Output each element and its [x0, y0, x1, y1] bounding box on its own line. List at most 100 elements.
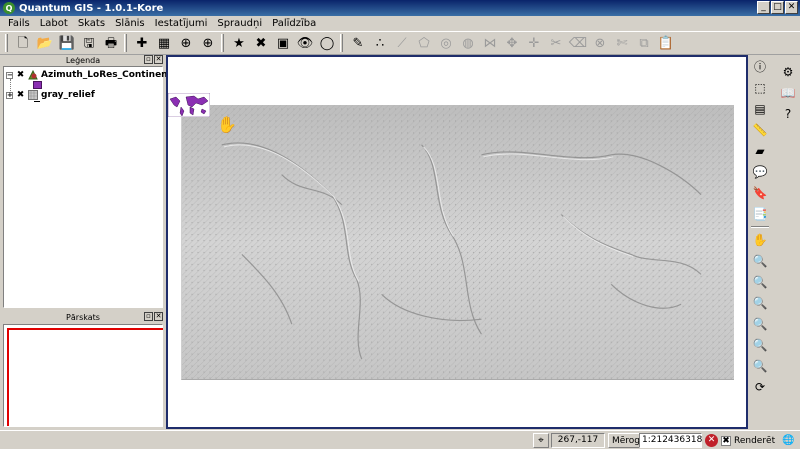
overview-close-button[interactable]: ✕ [154, 312, 163, 321]
zoom-to-selection-icon[interactable]: 🔍 [751, 315, 769, 333]
maximize-button[interactable]: □ [771, 1, 784, 14]
coordinate-toggle-icon[interactable]: ⌖ [533, 433, 549, 448]
paste-features-icon[interactable]: 📋 [656, 33, 676, 53]
split-feature-icon[interactable]: ✂ [546, 33, 566, 53]
zoom-to-layer-icon[interactable]: 🔍 [751, 336, 769, 354]
capture-polygon-icon[interactable]: ⬠ [414, 33, 434, 53]
map-canvas[interactable]: ✋ [166, 55, 748, 429]
open-project-icon[interactable]: 📂 [35, 33, 55, 53]
toolbar-grip[interactable] [124, 34, 127, 52]
add-ring-icon[interactable]: ◎ [436, 33, 456, 53]
add-wms-layer-icon[interactable]: ⊕ [198, 33, 218, 53]
overview-icon[interactable]: ▣ [273, 33, 293, 53]
vector-layer-icon [28, 70, 38, 80]
capture-line-icon[interactable]: ⟋ [392, 33, 412, 53]
toolbar-grip[interactable] [5, 34, 8, 52]
menu-plugins[interactable]: Spraudņi [212, 18, 267, 29]
show-bookmarks-icon[interactable]: 📑 [751, 205, 769, 223]
toggle-editing-icon[interactable]: ✎ [348, 33, 368, 53]
zoom-out-icon[interactable]: 🔍 [751, 273, 769, 291]
close-button[interactable]: ✕ [785, 1, 798, 14]
add-island-icon[interactable]: ◍ [458, 33, 478, 53]
layer-visibility-checkbox[interactable]: ✖ [16, 90, 25, 100]
move-vertex-icon[interactable]: ⋈ [480, 33, 500, 53]
render-label: Renderēt [734, 435, 776, 446]
overview-dock-header: Pārskats ▫ ✕ [3, 312, 163, 323]
expand-icon[interactable]: + [6, 91, 13, 99]
collapse-icon[interactable]: − [6, 71, 13, 79]
menu-bar: Fails Labot Skats Slānis Iestatījumi Spr… [0, 16, 800, 31]
menu-help[interactable]: Palīdzība [267, 18, 321, 29]
new-project-icon[interactable]: 🗋 [13, 33, 33, 53]
qgis-logo-icon: Q [3, 2, 15, 14]
measure-line-icon[interactable]: 📏 [751, 121, 769, 139]
whats-this-icon[interactable]: ? [779, 105, 797, 123]
projection-status-icon[interactable]: 🌐 [780, 433, 797, 448]
save-project-icon[interactable]: 💾 [57, 33, 77, 53]
legend-layer-continents[interactable]: − ✖ Azimuth_LoRes_Continents [6, 69, 177, 81]
toolbar-grip[interactable] [340, 34, 343, 52]
gray-relief-raster [181, 105, 734, 380]
save-as-icon[interactable]: 🖫 [79, 33, 99, 53]
minimize-button[interactable]: _ [757, 1, 770, 14]
coordinate-display: 267,-117 [551, 433, 605, 448]
remove-layer-icon[interactable]: ✖ [251, 33, 271, 53]
select-features-icon[interactable]: ⬚ [751, 79, 769, 97]
menu-edit[interactable]: Labot [35, 18, 73, 29]
plugin-icon[interactable]: ⚙ [779, 63, 797, 81]
polygon-symbol-icon [33, 81, 42, 89]
continents-layer [168, 93, 210, 117]
identify-icon[interactable]: ⓘ [751, 58, 769, 76]
hide-all-icon[interactable]: ◯ [317, 33, 337, 53]
measure-area-icon[interactable]: ▰ [751, 142, 769, 160]
capture-point-icon[interactable]: ∴ [370, 33, 390, 53]
add-raster-layer-icon[interactable]: ▦ [154, 33, 174, 53]
add-vertex-icon[interactable]: ✥ [502, 33, 522, 53]
delete-vertex-icon[interactable]: ⌫ [568, 33, 588, 53]
overview-extent-rectangle[interactable] [7, 328, 163, 426]
pan-icon[interactable]: ✋ [751, 231, 769, 249]
menu-view[interactable]: Skats [73, 18, 110, 29]
legend-layer-gray-relief[interactable]: + ✖ gray_relief [6, 89, 95, 101]
legend-float-button[interactable]: ▫ [144, 55, 153, 64]
toolbar-grip[interactable] [221, 34, 224, 52]
attribute-table-icon[interactable]: ▤ [751, 100, 769, 118]
legend-title: Leģenda [65, 56, 101, 65]
pan-hand-cursor-icon: ✋ [217, 115, 237, 134]
scale-input[interactable]: 1:212436318 [639, 433, 702, 448]
print-icon[interactable]: 🖶 [101, 33, 121, 53]
copy-features-icon[interactable]: ⧉ [634, 33, 654, 53]
overview-float-button[interactable]: ▫ [144, 312, 153, 321]
stop-render-button[interactable]: ✕ [705, 434, 718, 447]
zoom-last-icon[interactable]: 🔍 [751, 357, 769, 375]
overview-panel[interactable] [3, 324, 163, 427]
show-hide-icon[interactable]: 👁 [295, 33, 315, 53]
move-feature-icon[interactable]: ✛ [524, 33, 544, 53]
menu-layer[interactable]: Slānis [110, 18, 150, 29]
raster-symbol [34, 101, 40, 102]
menu-file[interactable]: Fails [3, 18, 35, 29]
map-tips-icon[interactable]: 💬 [751, 163, 769, 181]
cut-features-icon[interactable]: ✄ [612, 33, 632, 53]
refresh-icon[interactable]: ⟳ [751, 378, 769, 396]
zoom-full-icon[interactable]: 🔍 [751, 294, 769, 312]
overview-title: Pārskats [66, 313, 100, 322]
legend-close-button[interactable]: ✕ [154, 55, 163, 64]
window-title: Quantum GIS - 1.0.1-Kore [19, 2, 164, 14]
legend-panel: − ✖ Azimuth_LoRes_Continents + ✖ gray_re… [3, 66, 177, 308]
raster-layer-icon [28, 90, 38, 100]
menu-settings[interactable]: Iestatījumi [150, 18, 213, 29]
zoom-in-icon[interactable]: 🔍 [751, 252, 769, 270]
show-all-layers-icon[interactable]: ★ [229, 33, 249, 53]
add-vector-layer-icon[interactable]: ✚ [132, 33, 152, 53]
new-bookmark-icon[interactable]: 🔖 [751, 184, 769, 202]
render-check-mark[interactable]: ✖ [721, 435, 731, 446]
plugins-toolbar: ⚙ 📖? [778, 63, 798, 126]
render-checkbox[interactable]: ✖ Renderēt [721, 433, 775, 448]
layer-visibility-checkbox[interactable]: ✖ [16, 70, 25, 80]
main-toolbar: 🗋 📂 💾 🖫 🖶 ✚ ▦ ⊕ ⊕ ★ ✖ ▣ 👁 ◯ ✎ ∴ ⟋ ⬠ ◎ ◍ ⋈ ✥ ✛ ✂ ⌫ ⊗ ✄ ⧉ 📋 [0, 31, 800, 55]
delete-selected-icon[interactable]: ⊗ [590, 33, 610, 53]
help-icon[interactable]: 📖 [779, 84, 797, 102]
toolbar-separator [751, 226, 769, 228]
add-postgis-layer-icon[interactable]: ⊕ [176, 33, 196, 53]
